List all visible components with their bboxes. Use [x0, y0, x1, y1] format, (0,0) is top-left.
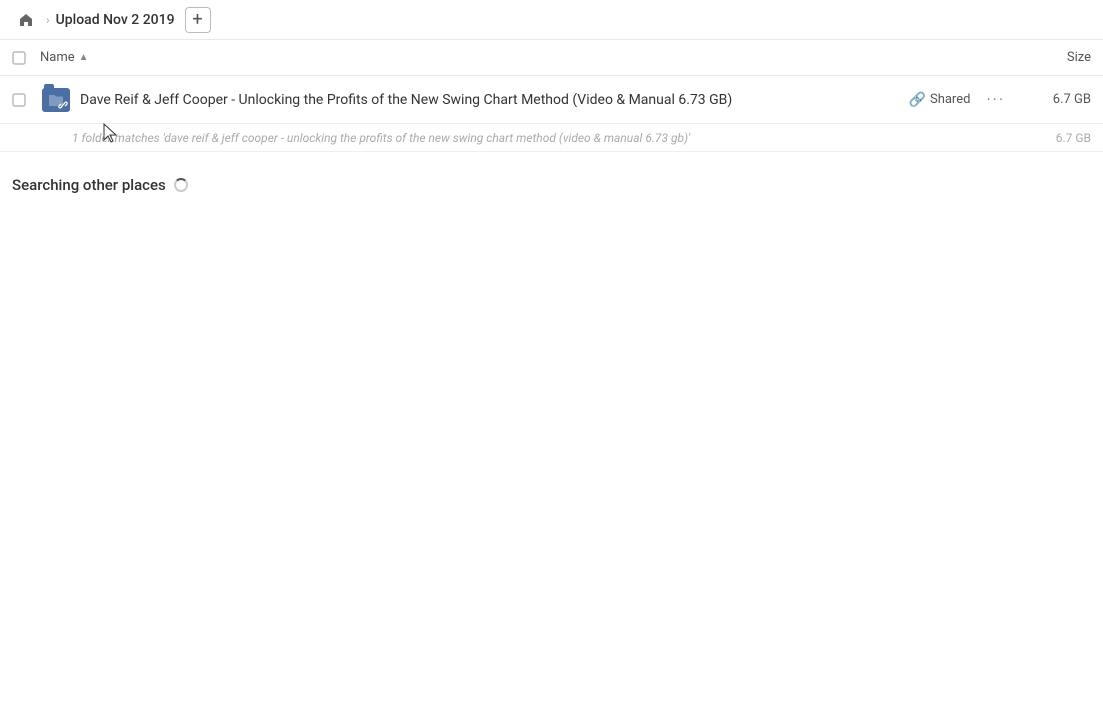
file-name: Dave Reif & Jeff Cooper - Unlocking the …: [72, 92, 909, 108]
table-row[interactable]: Dave Reif & Jeff Cooper - Unlocking the …: [0, 76, 1103, 124]
folder-icon: [40, 88, 72, 112]
more-options-button[interactable]: ···: [982, 90, 1009, 109]
searching-section: Searching other places: [0, 152, 1103, 206]
match-info-row: 1 folder matches 'dave reif & jeff coope…: [0, 124, 1103, 152]
match-description: 1 folder matches 'dave reif & jeff coope…: [72, 131, 1021, 145]
shared-label: Shared: [930, 92, 970, 107]
shared-badge: 🔗 Shared: [909, 92, 971, 108]
header-checkbox[interactable]: [12, 51, 40, 65]
link-icon: 🔗: [909, 92, 926, 108]
breadcrumb-separator: ›: [46, 13, 50, 27]
top-bar: › Upload Nov 2 2019 +: [0, 0, 1103, 40]
breadcrumb-label[interactable]: Upload Nov 2 2019: [56, 12, 175, 28]
row-checkbox[interactable]: [12, 93, 40, 107]
searching-label: Searching other places: [12, 176, 166, 194]
home-button[interactable]: [12, 6, 40, 34]
column-header-row: Name ▲ Size: [0, 40, 1103, 76]
size-column-header: Size: [1011, 50, 1091, 65]
name-column-header[interactable]: Name ▲: [40, 50, 1011, 65]
row-actions: 🔗 Shared ···: [909, 90, 1009, 109]
match-size: 6.7 GB: [1021, 131, 1091, 145]
file-size: 6.7 GB: [1021, 92, 1091, 107]
add-button[interactable]: +: [185, 7, 211, 33]
searching-spinner: [174, 178, 188, 192]
sort-arrow-icon: ▲: [79, 52, 89, 63]
